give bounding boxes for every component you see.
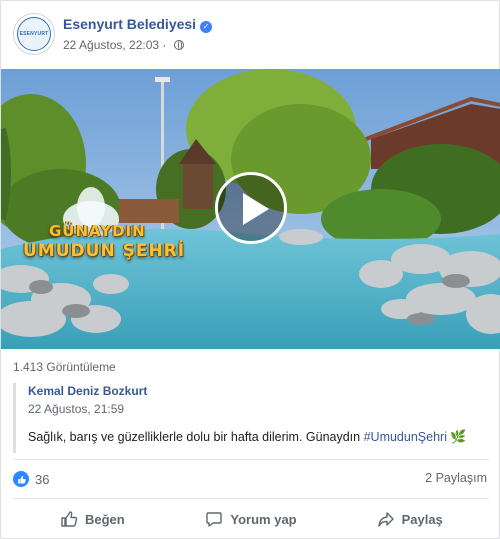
action-bar: Beğen Yorum yap Paylaş [13, 501, 489, 537]
overlay-greeting: GÜNAYDIN [49, 222, 146, 240]
shared-post: Kemal Deniz Bozkurt 22 Ağustos, 21:59 Sa… [13, 383, 489, 453]
page-name-link[interactable]: Esenyurt Belediyesi ✓ [63, 16, 213, 33]
page-name[interactable]: Esenyurt Belediyesi [63, 16, 196, 32]
globe-icon [173, 40, 184, 50]
page-avatar[interactable]: ESENYURT [13, 13, 55, 55]
like-icon [13, 471, 29, 487]
leaf-icon: 🌿 [449, 429, 467, 444]
comment-icon [206, 512, 223, 527]
reaction-count[interactable]: 36 [35, 472, 49, 487]
play-icon[interactable] [215, 172, 287, 244]
reactions-summary[interactable]: 36 [13, 469, 49, 489]
share-count[interactable]: 2 Paylaşım [425, 471, 487, 485]
share-button[interactable]: Paylaş [330, 501, 489, 537]
comment-label[interactable]: Yorum yap [230, 512, 296, 527]
shared-post-text: Sağlık, barış ve güzelliklerle dolu bir … [28, 429, 466, 445]
thumbs-up-icon [61, 511, 78, 527]
shared-text-body: Sağlık, barış ve güzelliklerle dolu bir … [28, 430, 364, 444]
share-label[interactable]: Paylaş [402, 512, 443, 527]
verified-icon: ✓ [200, 21, 213, 33]
shared-author-link[interactable]: Kemal Deniz Bozkurt [28, 384, 147, 398]
divider [13, 498, 489, 499]
comment-button[interactable]: Yorum yap [172, 501, 331, 537]
view-count[interactable]: 1.413 Görüntüleme [13, 360, 116, 374]
facebook-post: ESENYURT Esenyurt Belediyesi ✓ 22 Ağustos… [0, 0, 500, 539]
hashtag-link[interactable]: #UmudunŞehri [364, 430, 447, 444]
municipality-logo: ESENYURT [17, 17, 51, 51]
post-timestamp[interactable]: 22 Ağustos, 22:03 · [63, 38, 184, 52]
timestamp-text[interactable]: 22 Ağustos, 22:03 · [63, 38, 166, 52]
overlay-slogan: UMUDUN ŞEHRİ [23, 241, 186, 261]
post-header: ESENYURT Esenyurt Belediyesi ✓ 22 Ağustos… [13, 13, 489, 57]
like-button[interactable]: Beğen [13, 501, 172, 537]
shared-timestamp[interactable]: 22 Ağustos, 21:59 [28, 402, 124, 416]
like-label[interactable]: Beğen [85, 512, 125, 527]
share-icon [377, 512, 394, 527]
divider [13, 459, 489, 460]
logo-text: ESENYURT [19, 31, 49, 37]
